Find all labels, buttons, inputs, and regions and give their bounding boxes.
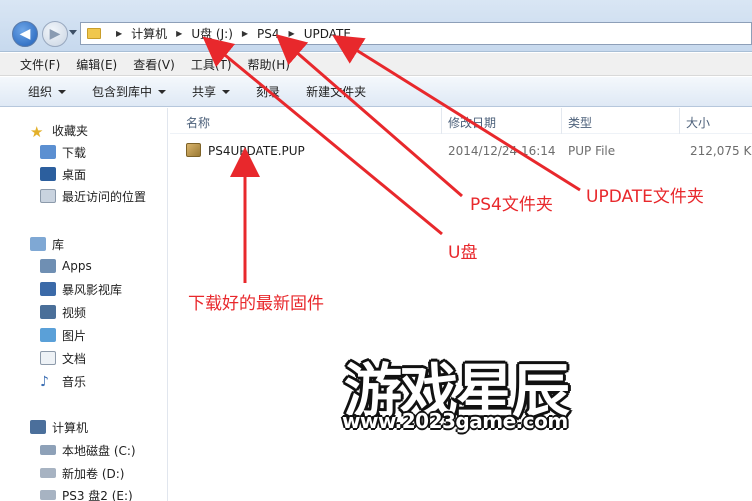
annotation-usb-drive: U盘: [448, 243, 478, 263]
annotation-firmware: 下载好的最新固件: [188, 294, 324, 314]
watermark-url: www.2023game.com: [342, 409, 568, 433]
annotation-ps4-folder: PS4文件夹: [470, 195, 553, 215]
arrow-ps4-folder: [275, 34, 463, 198]
corner-logo: [694, 472, 752, 501]
arrow-update-folder: [332, 35, 581, 192]
annotation-update-folder: UPDATE文件夹: [586, 187, 704, 207]
arrow-usb-drive: [202, 36, 443, 236]
